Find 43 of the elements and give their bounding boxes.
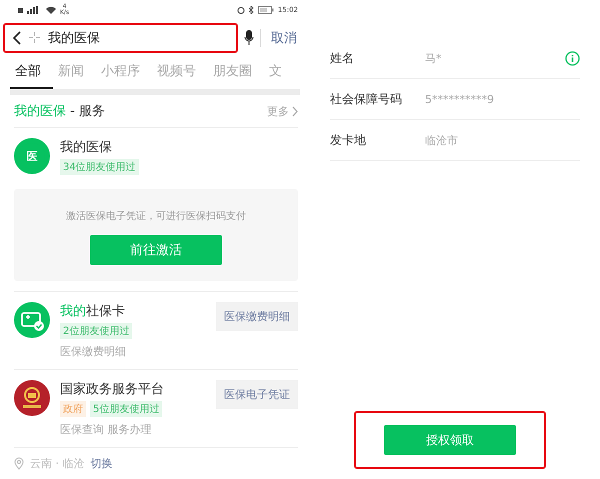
category-tab[interactable]: 朋友圈 xyxy=(208,56,264,90)
switch-link[interactable]: 切换 xyxy=(90,456,112,471)
service-button[interactable]: 医保电子凭证 xyxy=(216,380,298,409)
location-text: 云南 · 临沧 xyxy=(30,456,84,471)
category-tab[interactable]: 小程序 xyxy=(96,56,152,90)
card-icon xyxy=(14,302,50,338)
cancel-link[interactable]: 取消 xyxy=(260,28,297,47)
category-tab[interactable]: 文 xyxy=(264,56,294,90)
field-label: 发卡地 xyxy=(330,132,367,148)
medical-logo-icon: 医 xyxy=(14,138,50,174)
activation-text: 激活医保电子凭证，可进行医保扫码支付 xyxy=(66,210,246,223)
usage-tag: 政府 xyxy=(60,401,86,417)
activate-button[interactable]: 前往激活 xyxy=(90,235,222,265)
result-description: 医保缴费明细 xyxy=(60,344,127,359)
usage-tag: 5位朋友使用过 xyxy=(90,401,162,417)
sparkle-icon xyxy=(29,32,40,44)
usage-tag: 34位朋友使用过 xyxy=(60,159,139,175)
category-tab[interactable]: 新闻 xyxy=(53,56,96,90)
more-link[interactable]: 更多 xyxy=(267,104,298,119)
field-label: 姓名 xyxy=(330,50,355,66)
result-title[interactable]: 我的医保 xyxy=(60,138,298,156)
field-value: 马* xyxy=(425,50,442,66)
bluetooth-icon xyxy=(248,6,254,14)
location-pin-icon xyxy=(14,457,24,470)
battery-icon xyxy=(258,6,274,14)
alarm-icon xyxy=(236,6,245,14)
usage-tag: 2位朋友使用过 xyxy=(60,323,132,339)
result-title[interactable]: 我的社保卡 xyxy=(60,302,206,320)
wifi-icon xyxy=(46,6,56,14)
category-tab[interactable]: 视频号 xyxy=(152,56,208,90)
back-icon[interactable] xyxy=(13,30,21,45)
field-value: 临沧市 xyxy=(425,132,459,148)
service-button[interactable]: 医保缴费明细 xyxy=(216,302,298,331)
chevron-right-icon xyxy=(292,106,298,117)
section-title: 我的医保 - 服务 xyxy=(14,103,105,120)
emblem-icon xyxy=(14,380,50,416)
authorize-button[interactable]: 授权领取 xyxy=(384,425,516,455)
field-label: 社会保障号码 xyxy=(330,90,403,108)
result-description: 医保查询 服务办理 xyxy=(60,422,152,437)
microphone-icon[interactable] xyxy=(244,30,254,46)
result-title[interactable]: 国家政务服务平台 xyxy=(60,380,206,398)
search-field[interactable]: 我的医保 xyxy=(3,22,238,53)
field-value: 5**********9 xyxy=(425,92,495,106)
